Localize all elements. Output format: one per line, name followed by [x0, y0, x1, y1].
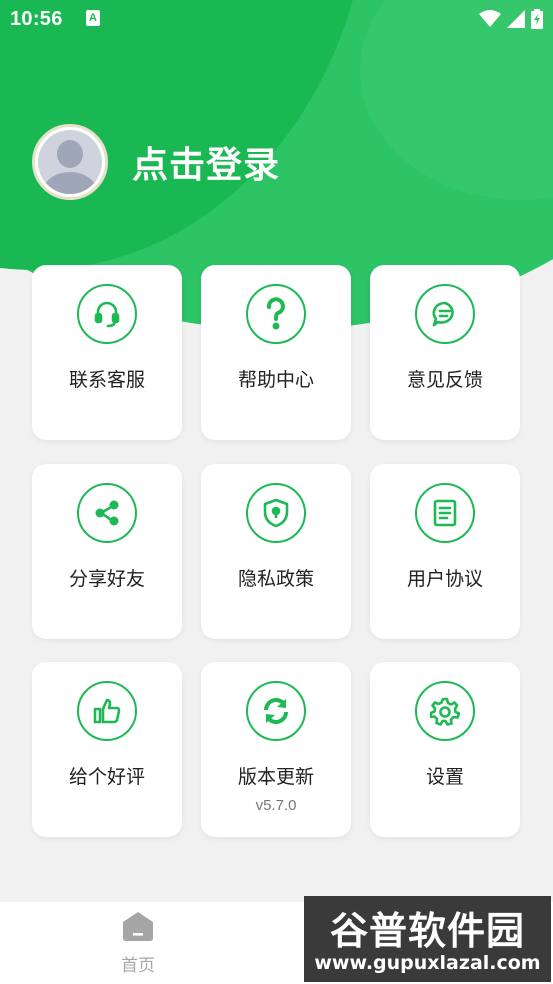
card-label: 用户协议 [406, 568, 483, 590]
card-label: 给个好评 [68, 766, 145, 788]
status-bar: 10:56 A [0, 0, 553, 38]
watermark: 谷普软件园 www.gupuxlazal.com [304, 896, 551, 982]
card-label: 版本更新 [237, 766, 314, 788]
notification-icon: A [86, 10, 100, 26]
signal-icon [507, 10, 525, 28]
wifi-icon [479, 10, 501, 27]
menu-share-friends[interactable]: 分享好友 [32, 464, 182, 639]
watermark-url: www.gupuxlazal.com [314, 952, 541, 974]
menu-privacy-policy[interactable]: 隐私政策 [201, 464, 351, 639]
menu-help-center[interactable]: 帮助中心 [201, 265, 351, 440]
battery-icon [531, 9, 543, 29]
document-icon [433, 499, 457, 527]
gear-icon [430, 697, 460, 726]
card-label: 分享好友 [68, 568, 145, 590]
card-label: 隐私政策 [237, 568, 314, 590]
menu-settings[interactable]: 设置 [370, 662, 520, 837]
avatar[interactable] [32, 124, 108, 200]
nav-home[interactable]: 首页 [108, 910, 168, 976]
menu-rate-app[interactable]: 给个好评 [32, 662, 182, 837]
headset-icon [94, 301, 120, 328]
shield-lock-icon [263, 498, 289, 528]
card-label: 帮助中心 [237, 369, 314, 391]
login-entry[interactable]: 点击登录 [32, 123, 280, 201]
share-icon [95, 500, 119, 526]
card-label: 意见反馈 [406, 369, 483, 391]
nav-home-label: 首页 [121, 956, 155, 976]
chat-bubble-icon [432, 301, 454, 327]
menu-user-agreement[interactable]: 用户协议 [370, 464, 520, 639]
refresh-icon [264, 698, 288, 724]
home-icon [123, 912, 153, 941]
card-label: 联系客服 [68, 369, 145, 391]
card-label: 设置 [425, 766, 464, 788]
version-number: v5.7.0 [255, 797, 297, 814]
menu-contact-support[interactable]: 联系客服 [32, 265, 182, 440]
watermark-title: 谷普软件园 [329, 909, 525, 953]
menu-feedback[interactable]: 意见反馈 [370, 265, 520, 440]
menu-version-update[interactable]: 版本更新 v5.7.0 [201, 662, 351, 837]
thumbs-up-icon [93, 698, 121, 724]
question-icon [266, 297, 285, 330]
status-time: 10:56 [10, 8, 63, 30]
login-label[interactable]: 点击登录 [132, 136, 280, 188]
